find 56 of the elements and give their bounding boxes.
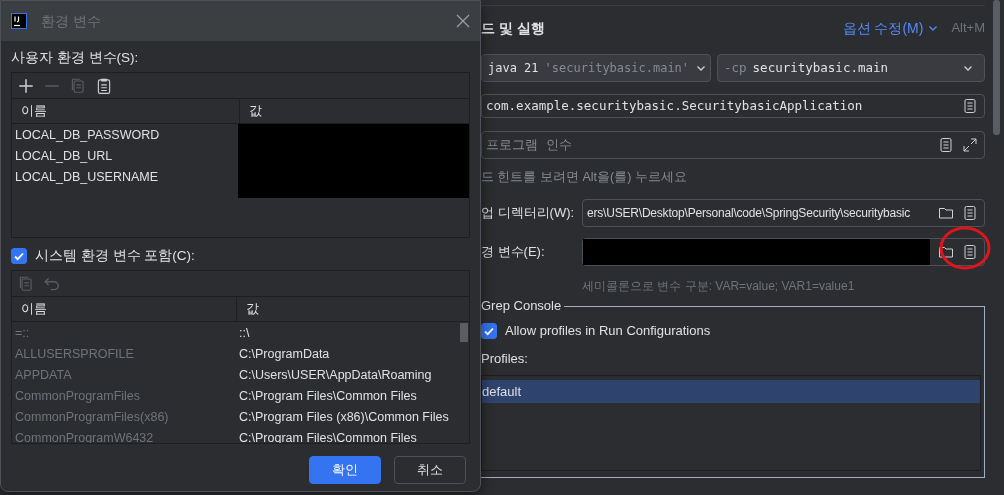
module-dropdown[interactable]: -cp securitybasic.main [717,54,985,82]
section-label: 사용자 환경 변수(S): [11,50,140,66]
clipboard-icon[interactable] [95,76,113,95]
profiles-label: Profiles: [481,351,529,367]
check-icon [13,250,25,262]
folder-icon[interactable] [938,244,954,260]
table-cell-text: APPDATA [14,366,73,383]
folder-icon[interactable] [938,205,954,221]
app-logo-icon [11,13,27,29]
check-icon [483,325,495,337]
document-icon[interactable] [962,205,978,221]
table-cell-text: ::\ [238,324,251,341]
jre-dropdown[interactable]: java 21 'securitybasic.main' [481,54,711,82]
table-cell-text: LOCAL_DB_USERNAME [14,168,160,185]
document-icon[interactable] [938,137,954,153]
column-header[interactable]: 이름 [12,301,236,317]
checkbox[interactable] [11,248,27,264]
hint-text: 세미콜론으로 변수 구분: VAR=value; VAR1=value1 [582,278,856,294]
table-cell-text: =:: [14,324,31,341]
program-arguments-field[interactable]: 프로그램 인수 [481,131,985,159]
scrollbar-thumb[interactable] [993,0,1000,135]
close-icon[interactable] [456,14,470,28]
field-label: 경 변수(E): [481,244,546,260]
expand-icon[interactable] [962,137,978,153]
profile-item[interactable]: default [482,380,980,403]
environment-variables-field[interactable] [582,238,985,266]
table-cell-text: CommonProgramFiles(x86) [14,408,170,425]
working-directory-field[interactable]: ers\USER\Desktop\Personal\code\SpringSecurity\securitybasic [582,199,985,227]
table-cell-text: C:\Users\USER\AppData\Roaming [238,366,433,383]
table-cell-text: C:\Program Files\Common Files [238,387,418,404]
highlight-circle [938,224,992,272]
main-class-field[interactable]: com.example.securitybasic.SecuritybasicApplication [481,94,985,118]
table-cell-text: C:\Program Files (x86)\Common Files [238,408,450,425]
table-cell-text: ALLUSERSPROFILE [14,345,135,362]
table-cell-text: C:\ProgramData [238,345,331,362]
checkbox-label: 시스템 환경 변수 포함(C): [35,248,195,264]
checkbox-label: Allow profiles in Run Configurations [505,323,711,339]
add-icon[interactable] [17,76,35,95]
field-label: 업 디렉터리(W): [481,205,576,221]
checkbox[interactable] [481,323,497,339]
group-title: Grep Console [481,298,565,314]
table-cell-text: CommonProgramFiles [14,387,142,404]
document-icon[interactable] [962,244,978,260]
ok-button[interactable]: 확인 [309,456,381,484]
column-header[interactable]: 이름 [12,103,239,119]
table-cell-text: LOCAL_DB_URL [14,147,114,164]
document-icon[interactable] [962,98,978,114]
cancel-button[interactable]: 취소 [394,456,466,484]
scrollbar-thumb[interactable] [460,323,468,342]
modify-options-link[interactable]: 옵션 수정(M) [842,20,924,36]
column-header[interactable]: 값 [239,99,469,123]
column-header[interactable]: 값 [236,297,469,321]
shortcut-hint: Alt+M [951,20,985,36]
section-heading: 드 및 실행 [481,20,546,36]
hint-text: 드 힌트를 보려면 Alt을(를) 누르세요 [481,169,688,185]
table-cell-text: LOCAL_DB_PASSWORD [14,126,161,143]
